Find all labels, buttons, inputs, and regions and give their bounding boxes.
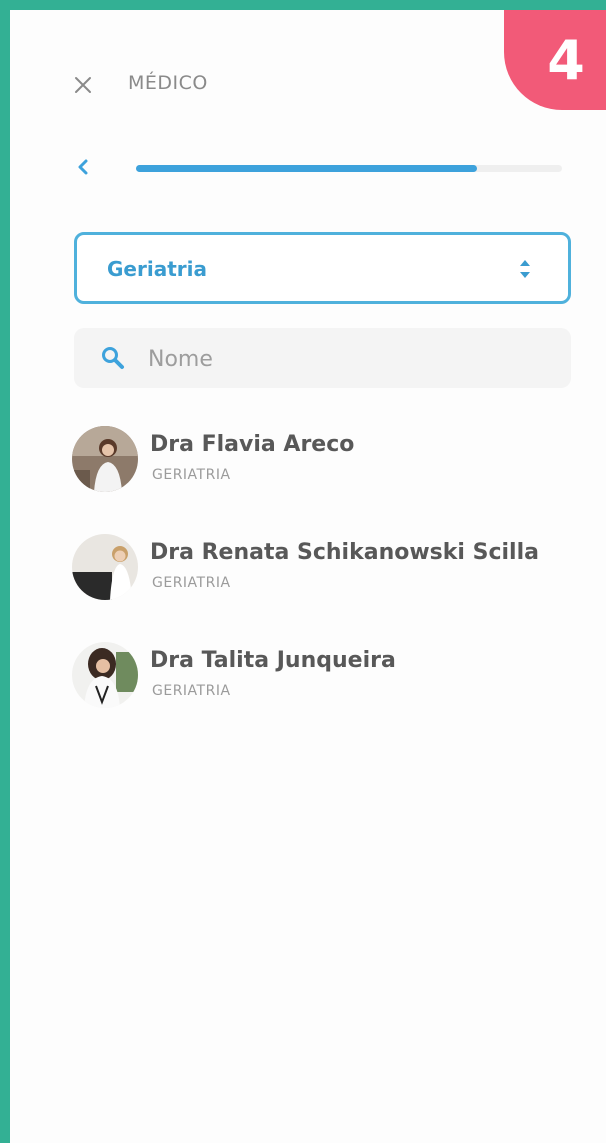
back-chevron-icon[interactable] [74,156,92,178]
doctor-list-item[interactable]: Dra Talita Junqueira GERIATRIA [72,642,572,712]
frame-top-border [0,0,606,10]
progress-bar-fill [136,165,477,172]
doctor-specialty: GERIATRIA [152,575,231,591]
doctor-name: Dra Renata Schikanowski Scilla [150,540,539,565]
doctor-selection-screen: 4 MÉDICO Geriatria Dra Flavia A [10,10,606,1143]
close-icon[interactable] [72,74,94,96]
doctor-list-item[interactable]: Dra Renata Schikanowski Scilla GERIATRIA [72,534,572,604]
frame-left-border [0,0,10,1143]
search-bar[interactable] [74,328,571,388]
doctor-specialty: GERIATRIA [152,683,231,699]
doctor-avatar [72,642,138,708]
select-arrows-icon [520,260,530,278]
doctor-specialty: GERIATRIA [152,467,231,483]
progress-bar [136,165,562,172]
search-input[interactable] [146,338,550,380]
doctor-avatar [72,426,138,492]
doctor-name: Dra Talita Junqueira [150,648,396,673]
specialty-select-value: Geriatria [107,257,207,281]
doctor-list-item[interactable]: Dra Flavia Areco GERIATRIA [72,426,572,496]
specialty-select[interactable]: Geriatria [74,232,571,304]
search-icon [102,347,124,369]
doctor-avatar [72,534,138,600]
step-badge: 4 [504,10,606,110]
doctor-name: Dra Flavia Areco [150,432,355,457]
page-title: MÉDICO [128,72,208,94]
